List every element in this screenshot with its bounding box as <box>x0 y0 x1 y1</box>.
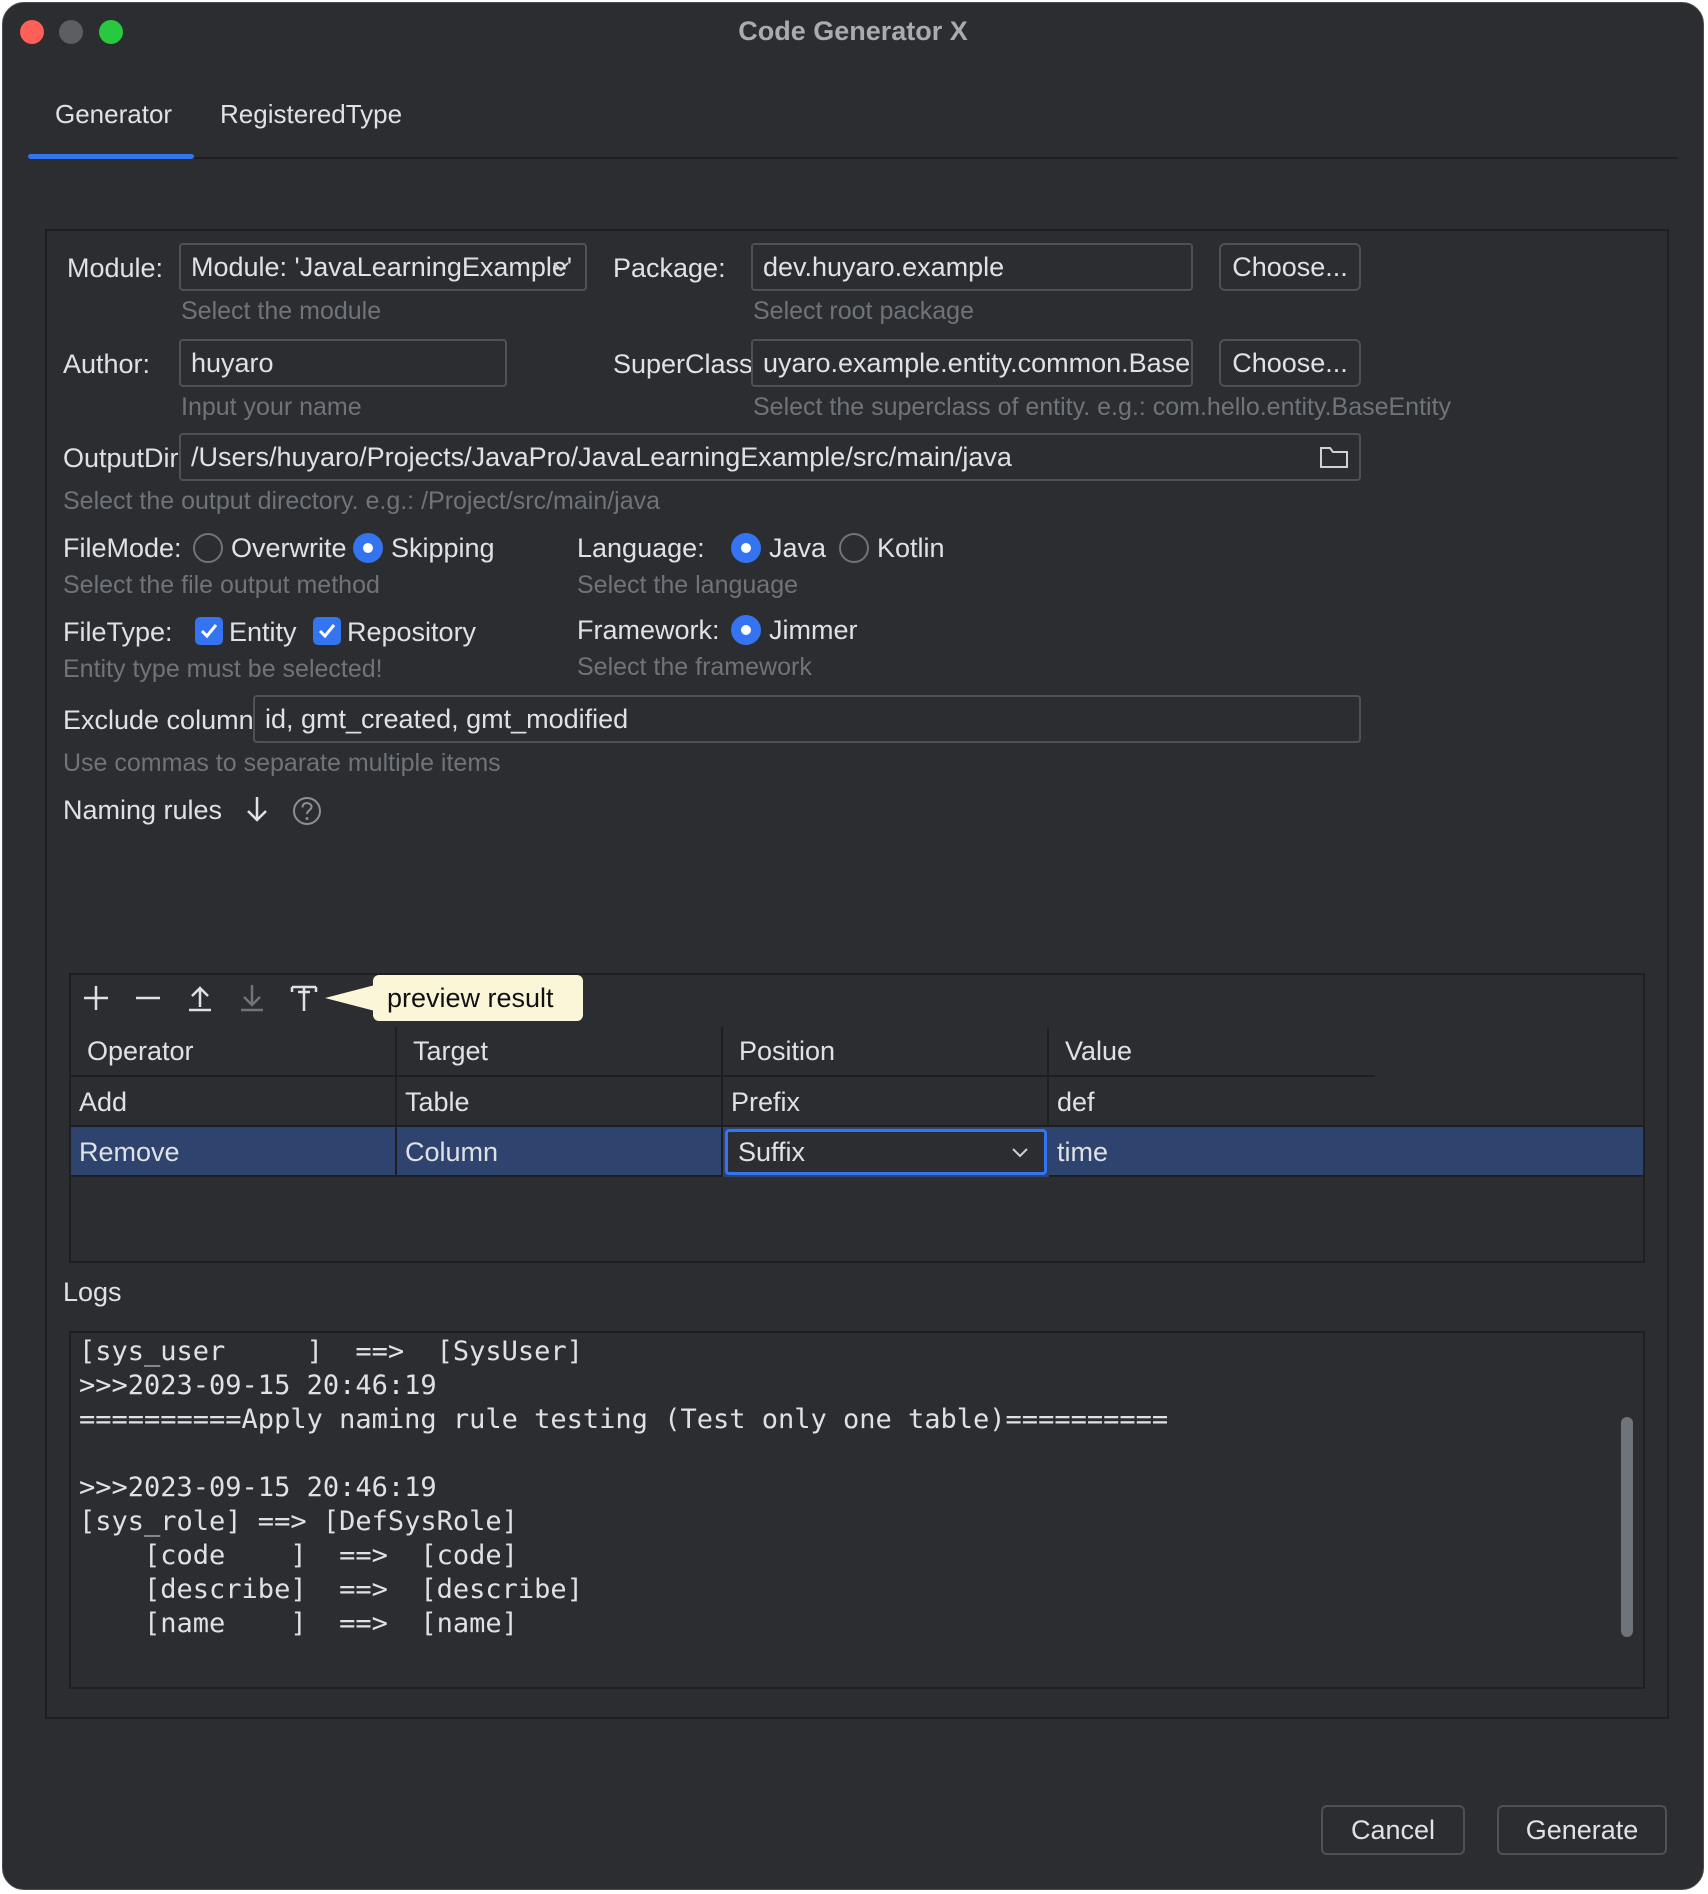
table-cell[interactable]: Column <box>397 1127 723 1177</box>
log-line: >>>2023-09-15 20:46:19 <box>79 1472 437 1503</box>
repository-label[interactable]: Repository <box>347 617 476 648</box>
column-header-value[interactable]: Value <box>1049 1027 1375 1077</box>
file-mode-hint: Select the file output method <box>63 571 380 599</box>
jimmer-radio[interactable] <box>731 615 761 645</box>
overwrite-label[interactable]: Overwrite <box>231 533 347 564</box>
output-dir-value: /Users/huyaro/Projects/JavaPro/JavaLearn… <box>191 442 1012 472</box>
module-hint: Select the module <box>181 297 382 325</box>
window-title: Code Generator X <box>738 16 968 46</box>
log-line: [name ] ==> [name] <box>79 1608 518 1639</box>
superclass-label: SuperClass: <box>613 349 761 379</box>
preview-tooltip: preview result <box>373 975 583 1021</box>
log-line: [sys_role] ==> [DefSysRole] <box>79 1506 518 1537</box>
overwrite-radio[interactable] <box>193 533 223 563</box>
package-label: Package: <box>613 253 726 283</box>
table-cell[interactable]: Table <box>397 1077 723 1127</box>
choose-package-button[interactable]: Choose... <box>1219 243 1361 291</box>
log-line: >>>2023-09-15 20:46:19 <box>79 1370 437 1401</box>
superclass-hint: Select the superclass of entity. e.g.: c… <box>753 393 1452 421</box>
arrow-down-icon[interactable] <box>243 793 271 825</box>
java-label[interactable]: Java <box>769 533 826 564</box>
move-down-icon <box>241 985 263 1012</box>
column-header-target[interactable]: Target <box>397 1027 723 1077</box>
checkmark-icon <box>200 624 218 639</box>
language-label: Language: <box>577 533 705 563</box>
choose-superclass-button[interactable]: Choose... <box>1219 339 1361 387</box>
file-type-label: FileType: <box>63 617 173 647</box>
folder-icon[interactable] <box>1319 443 1349 471</box>
logs-scrollbar[interactable] <box>1621 1417 1633 1637</box>
naming-rules-table: Operator Target Position Value Add Table… <box>69 973 1645 1263</box>
language-hint: Select the language <box>577 571 799 599</box>
active-tab-indicator <box>28 154 194 159</box>
logs-label: Logs <box>63 1277 122 1307</box>
chevron-down-icon <box>1012 1148 1028 1158</box>
remove-icon[interactable] <box>131 981 165 1015</box>
java-radio[interactable] <box>731 533 761 563</box>
module-label: Module: <box>67 253 164 283</box>
table-cell[interactable]: def <box>1049 1077 1643 1127</box>
log-line: [sys_user ] ==> [SysUser] <box>79 1336 583 1367</box>
chevron-down-icon <box>553 262 569 272</box>
title-bar: Code Generator X <box>3 3 1703 59</box>
skipping-radio[interactable] <box>353 533 383 563</box>
position-select[interactable]: Suffix <box>725 1129 1047 1175</box>
exclude-columns-input[interactable]: id, gmt_created, gmt_modified <box>253 695 1361 743</box>
entity-checkbox[interactable] <box>195 617 223 645</box>
file-mode-label: FileMode: <box>63 533 182 563</box>
jimmer-label[interactable]: Jimmer <box>769 615 858 646</box>
add-icon[interactable] <box>79 981 113 1015</box>
code-generator-dialog: Code Generator X Generator RegisteredTyp… <box>2 2 1704 1890</box>
package-input[interactable]: dev.huyaro.example <box>751 243 1193 291</box>
framework-label: Framework: <box>577 615 720 645</box>
table-cell[interactable]: Add <box>71 1077 397 1127</box>
author-label: Author: <box>63 349 151 379</box>
file-type-hint: Entity type must be selected! <box>63 655 383 683</box>
entity-label[interactable]: Entity <box>229 617 297 648</box>
position-select-value: Suffix <box>738 1137 806 1167</box>
output-dir-input[interactable]: /Users/huyaro/Projects/JavaPro/JavaLearn… <box>179 433 1361 481</box>
generate-button[interactable]: Generate <box>1497 1805 1667 1855</box>
table-cell[interactable]: Prefix <box>723 1077 1049 1127</box>
output-dir-hint: Select the output directory. e.g.: /Proj… <box>63 487 661 515</box>
module-select-value: Module: 'JavaLearningExample' <box>191 252 573 282</box>
help-icon[interactable] <box>291 795 323 827</box>
skipping-label[interactable]: Skipping <box>391 533 495 564</box>
tooltip-pointer <box>325 985 375 1011</box>
author-input[interactable]: huyaro <box>179 339 507 387</box>
kotlin-label[interactable]: Kotlin <box>877 533 945 564</box>
table-cell[interactable]: time <box>1049 1127 1643 1177</box>
superclass-input[interactable]: uyaro.example.entity.common.BaseEntity <box>751 339 1193 387</box>
log-line: [describe] ==> [describe] <box>79 1574 583 1605</box>
logs-output[interactable]: [sys_user ] ==> [SysUser] >>>2023-09-15 … <box>69 1331 1645 1689</box>
preview-icon[interactable] <box>287 981 321 1015</box>
log-line: [code ] ==> [code] <box>79 1540 518 1571</box>
naming-rules-label: Naming rules <box>63 795 223 825</box>
package-hint: Select root package <box>753 297 974 325</box>
kotlin-radio[interactable] <box>839 533 869 563</box>
tab-bar: Generator RegisteredType <box>28 83 1678 159</box>
tab-registered-type[interactable]: RegisteredType <box>220 99 402 130</box>
generator-panel: Module: Module: 'JavaLearningExample' Se… <box>45 229 1669 1719</box>
table-cell[interactable]: Remove <box>71 1127 397 1177</box>
framework-hint: Select the framework <box>577 653 812 681</box>
log-line: ==========Apply naming rule testing (Tes… <box>79 1404 1169 1435</box>
exclude-columns-label: Exclude columns: <box>63 705 275 735</box>
module-select[interactable]: Module: 'JavaLearningExample' <box>179 243 587 291</box>
tab-generator[interactable]: Generator <box>55 99 172 130</box>
column-header-position[interactable]: Position <box>723 1027 1049 1077</box>
repository-checkbox[interactable] <box>313 617 341 645</box>
move-up-icon[interactable] <box>183 981 217 1015</box>
output-dir-label: OutputDir: <box>63 443 187 473</box>
cancel-button[interactable]: Cancel <box>1321 1805 1465 1855</box>
author-hint: Input your name <box>181 393 362 421</box>
checkmark-icon <box>318 624 336 639</box>
column-header-operator[interactable]: Operator <box>71 1027 397 1077</box>
exclude-columns-hint: Use commas to separate multiple items <box>63 749 501 777</box>
